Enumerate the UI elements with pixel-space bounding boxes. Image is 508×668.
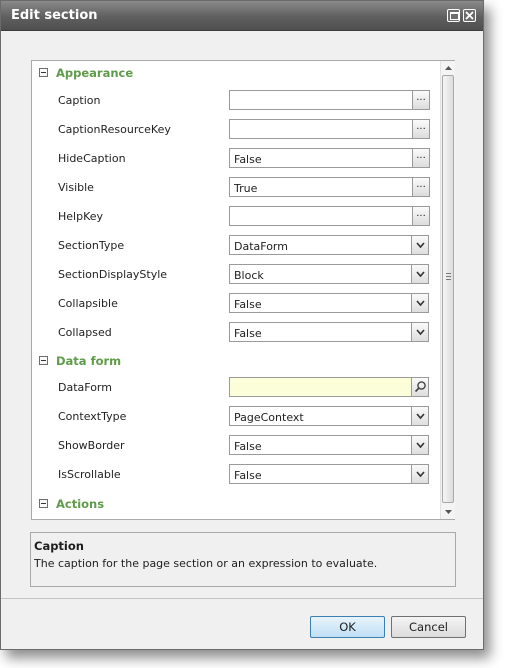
chevron-down-icon[interactable] xyxy=(411,464,429,484)
collapse-icon[interactable] xyxy=(39,499,48,508)
collapse-icon[interactable] xyxy=(39,356,48,365)
section-type-select[interactable]: DataForm xyxy=(229,235,429,255)
ok-button[interactable]: OK xyxy=(310,616,385,638)
property-label: ShowBorder xyxy=(58,439,125,452)
collapsible-select[interactable]: False xyxy=(229,293,429,313)
maximize-icon[interactable] xyxy=(447,9,460,22)
search-icon[interactable] xyxy=(411,377,429,397)
help-key-field[interactable] xyxy=(229,206,429,226)
chevron-down-icon[interactable] xyxy=(411,322,429,342)
property-label: ContextType xyxy=(58,410,127,423)
help-key-ellipsis-button[interactable]: ... xyxy=(412,206,430,226)
chevron-down-icon[interactable] xyxy=(411,406,429,426)
chevron-down-icon[interactable] xyxy=(411,293,429,313)
property-label: Caption xyxy=(58,94,101,107)
cancel-button[interactable]: Cancel xyxy=(391,616,466,638)
is-scrollable-select[interactable]: False xyxy=(229,464,429,484)
property-description: Caption The caption for the page section… xyxy=(30,532,456,587)
hide-caption-ellipsis-button[interactable]: ... xyxy=(412,148,430,168)
group-label: Actions xyxy=(56,497,105,511)
caption-resource-key-field[interactable] xyxy=(229,119,429,139)
close-icon[interactable] xyxy=(463,9,476,22)
title-bar[interactable]: Edit section xyxy=(1,1,483,31)
edit-section-dialog: Edit section Appearance Caption ... Capt… xyxy=(0,0,484,650)
collapsed-select[interactable]: False xyxy=(229,322,429,342)
context-type-select[interactable]: PageContext xyxy=(229,406,429,426)
property-label: HelpKey xyxy=(58,210,104,223)
group-data-form[interactable]: Data form xyxy=(32,352,432,370)
dialog-title: Edit section xyxy=(11,8,98,23)
property-label: IsScrollable xyxy=(58,468,121,481)
property-label: SectionType xyxy=(58,239,125,252)
vertical-scrollbar[interactable] xyxy=(440,61,455,519)
scroll-up-icon[interactable] xyxy=(444,64,453,73)
caption-resource-key-ellipsis-button[interactable]: ... xyxy=(412,119,430,139)
property-label: Visible xyxy=(58,181,94,194)
group-label: Data form xyxy=(56,354,122,368)
caption-ellipsis-button[interactable]: ... xyxy=(412,90,430,110)
show-border-select[interactable]: False xyxy=(229,435,429,455)
scroll-down-icon[interactable] xyxy=(444,507,453,516)
description-text: The caption for the page section or an e… xyxy=(34,557,378,570)
visible-field[interactable]: True xyxy=(229,177,429,197)
divider xyxy=(1,598,483,599)
property-grid: Appearance Caption ... CaptionResourceKe… xyxy=(31,60,455,520)
scrollbar-thumb[interactable] xyxy=(442,75,454,503)
group-actions[interactable]: Actions xyxy=(32,495,432,513)
property-label: SectionDisplayStyle xyxy=(58,268,168,281)
group-appearance[interactable]: Appearance xyxy=(32,64,432,82)
property-label: CaptionResourceKey xyxy=(58,123,171,136)
property-label: HideCaption xyxy=(58,152,126,165)
caption-field[interactable] xyxy=(229,90,429,110)
description-title: Caption xyxy=(34,539,84,553)
data-form-field[interactable] xyxy=(229,377,429,397)
chevron-down-icon[interactable] xyxy=(411,435,429,455)
visible-ellipsis-button[interactable]: ... xyxy=(412,177,430,197)
section-display-style-select[interactable]: Block xyxy=(229,264,429,284)
collapse-icon[interactable] xyxy=(39,68,48,77)
hide-caption-field[interactable]: False xyxy=(229,148,429,168)
property-label: DataForm xyxy=(58,381,112,394)
chevron-down-icon[interactable] xyxy=(411,264,429,284)
chevron-down-icon[interactable] xyxy=(411,235,429,255)
property-label: Collapsed xyxy=(58,326,112,339)
property-label: Collapsible xyxy=(58,297,118,310)
group-label: Appearance xyxy=(56,66,134,80)
